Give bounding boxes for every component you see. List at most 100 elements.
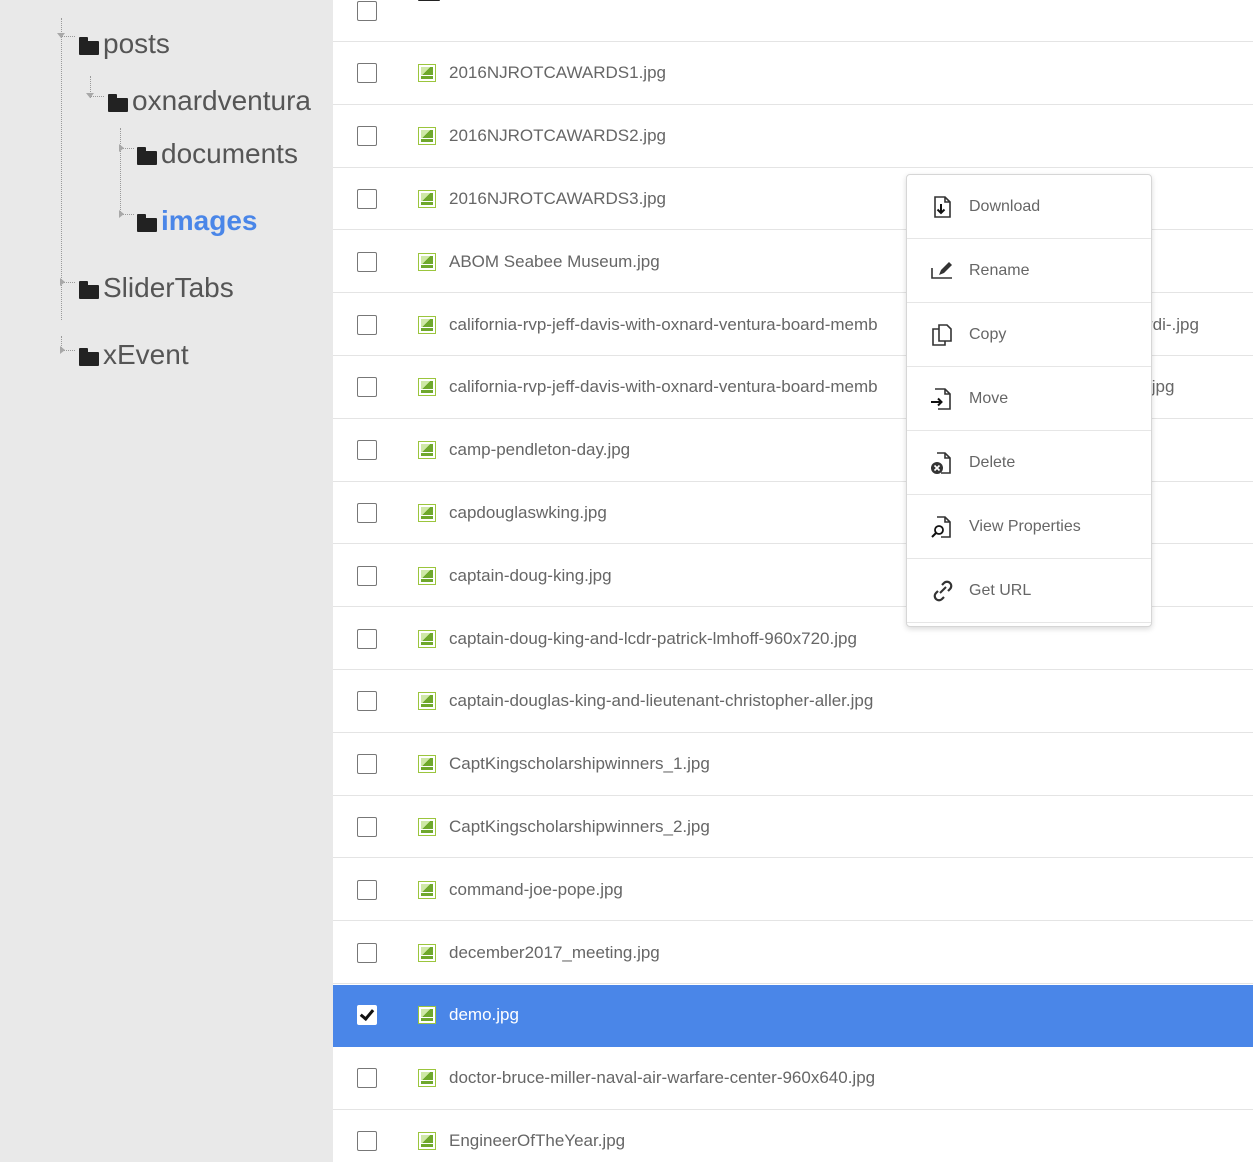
file-name: CaptKingscholarshipwinners_2.jpg <box>449 816 710 836</box>
folder-icon <box>79 348 99 366</box>
file-name: california-rvp-jeff-davis-with-oxnard-ve… <box>449 314 878 334</box>
folder-icon <box>137 214 157 232</box>
file-row[interactable]: 2016NJROTCAWARDS1.jpg <box>333 43 1253 105</box>
folder-icon <box>137 147 157 165</box>
file-name: captain-doug-king.jpg <box>449 565 612 585</box>
move-icon <box>931 387 951 410</box>
row-checkbox[interactable] <box>357 879 377 900</box>
menu-item-download[interactable]: Download <box>907 175 1151 239</box>
image-file-icon <box>418 692 436 711</box>
file-name: camp-pendleton-day.jpg <box>449 440 631 460</box>
image-file-icon <box>418 817 436 836</box>
image-file-icon <box>418 503 436 522</box>
file-name-trail: rdi-.jpg <box>1147 314 1199 334</box>
file-name: capdouglaswking.jpg <box>449 502 607 522</box>
image-file-icon <box>418 378 436 397</box>
expand-arrow-icon[interactable] <box>86 93 94 98</box>
row-checkbox[interactable] <box>357 126 377 147</box>
file-name: december2017_meeting.jpg <box>449 942 660 962</box>
file-name: 2016NJROTCAWARDS1.jpg <box>449 63 666 83</box>
image-file-icon <box>418 64 436 83</box>
tree-node-oxnardventura[interactable]: oxnardventura <box>108 85 311 117</box>
row-checkbox[interactable] <box>357 942 377 963</box>
tree-node-label: SliderTabs <box>103 272 234 303</box>
file-row[interactable]: vcct <box>333 0 1253 42</box>
row-checkbox[interactable] <box>357 314 377 335</box>
file-row[interactable]: command-joe-pope.jpg <box>333 859 1253 922</box>
tree-node-posts[interactable]: posts <box>79 28 170 60</box>
file-name: doctor-bruce-miller-naval-air-warfare-ce… <box>449 1068 876 1088</box>
menu-item-label: Rename <box>969 261 1030 279</box>
menu-item-move[interactable]: Move <box>907 367 1151 431</box>
link-icon <box>933 580 953 601</box>
tree-node-label: oxnardventura <box>132 85 312 116</box>
image-file-icon <box>418 441 436 460</box>
tree-node-images[interactable]: images <box>137 205 258 237</box>
expand-arrow-icon[interactable] <box>119 144 124 152</box>
menu-item-label: Delete <box>969 453 1016 471</box>
row-checkbox[interactable] <box>357 440 377 461</box>
row-checkbox[interactable] <box>357 628 377 649</box>
tree-connector <box>61 18 62 320</box>
file-name: captain-douglas-king-and-lieutenant-chri… <box>449 691 874 711</box>
image-file-icon <box>418 755 436 774</box>
file-name: captain-doug-king-and-lcdr-patrick-lmhof… <box>449 628 857 648</box>
image-file-icon <box>418 252 436 271</box>
image-file-icon <box>418 1069 436 1088</box>
folder-icon <box>418 0 440 1</box>
row-checkbox[interactable] <box>357 1005 377 1026</box>
row-checkbox[interactable] <box>357 377 377 398</box>
image-file-icon <box>418 880 436 899</box>
context-menu: Download Rename Copy Move Delete View Pr… <box>906 174 1152 627</box>
copy-icon <box>932 323 952 346</box>
menu-item-copy[interactable]: Copy <box>907 303 1151 367</box>
row-checkbox[interactable] <box>357 1068 377 1089</box>
row-checkbox[interactable] <box>357 251 377 272</box>
file-name: demo.jpg <box>449 1005 519 1025</box>
file-name: california-rvp-jeff-davis-with-oxnard-ve… <box>449 377 878 397</box>
image-file-icon <box>418 127 436 146</box>
file-name: 2016NJROTCAWARDS2.jpg <box>449 126 666 146</box>
row-checkbox[interactable] <box>357 691 377 712</box>
expand-arrow-icon[interactable] <box>60 346 65 354</box>
folder-icon <box>79 37 99 55</box>
folder-icon <box>79 281 99 299</box>
image-file-icon <box>418 943 436 962</box>
file-row[interactable]: CaptKingscholarshipwinners_2.jpg <box>333 796 1253 859</box>
tree-node-documents[interactable]: documents <box>137 138 298 170</box>
tree-node-slidertabs[interactable]: SliderTabs <box>79 272 234 304</box>
file-row[interactable]: december2017_meeting.jpg <box>333 922 1253 984</box>
file-row[interactable]: EngineerOfTheYear.jpg <box>333 1110 1253 1162</box>
row-checkbox[interactable] <box>357 816 377 837</box>
row-checkbox[interactable] <box>357 0 377 21</box>
image-file-icon <box>418 315 436 334</box>
image-file-icon <box>418 1131 436 1150</box>
delete-icon <box>931 451 951 474</box>
file-row[interactable]: 2016NJROTCAWARDS2.jpg <box>333 106 1253 168</box>
expand-arrow-icon[interactable] <box>119 210 124 218</box>
file-row[interactable]: demo.jpg <box>333 984 1253 1047</box>
row-checkbox[interactable] <box>357 188 377 209</box>
menu-item-view-properties[interactable]: View Properties <box>907 495 1151 559</box>
row-checkbox[interactable] <box>357 754 377 775</box>
file-row[interactable]: doctor-bruce-miller-naval-air-warfare-ce… <box>333 1048 1253 1110</box>
row-checkbox[interactable] <box>357 1130 377 1151</box>
menu-item-get-url[interactable]: Get URL <box>907 559 1151 623</box>
expand-arrow-icon[interactable] <box>57 33 65 38</box>
tree-node-xevent[interactable]: xEvent <box>79 339 189 371</box>
row-checkbox[interactable] <box>357 565 377 586</box>
file-row[interactable]: CaptKingscholarshipwinners_1.jpg <box>333 734 1253 796</box>
menu-item-label: View Properties <box>969 517 1081 535</box>
rename-icon <box>931 261 952 279</box>
menu-item-label: Copy <box>969 325 1007 343</box>
menu-item-delete[interactable]: Delete <box>907 431 1151 495</box>
file-row[interactable]: captain-douglas-king-and-lieutenant-chri… <box>333 671 1253 733</box>
row-checkbox[interactable] <box>357 502 377 523</box>
row-checkbox[interactable] <box>357 63 377 84</box>
tree-node-label: posts <box>103 28 170 59</box>
tree-node-label: documents <box>161 138 298 169</box>
expand-arrow-icon[interactable] <box>60 278 65 286</box>
menu-item-rename[interactable]: Rename <box>907 239 1151 303</box>
image-file-icon <box>418 189 436 208</box>
file-name: EngineerOfTheYear.jpg <box>449 1130 626 1150</box>
